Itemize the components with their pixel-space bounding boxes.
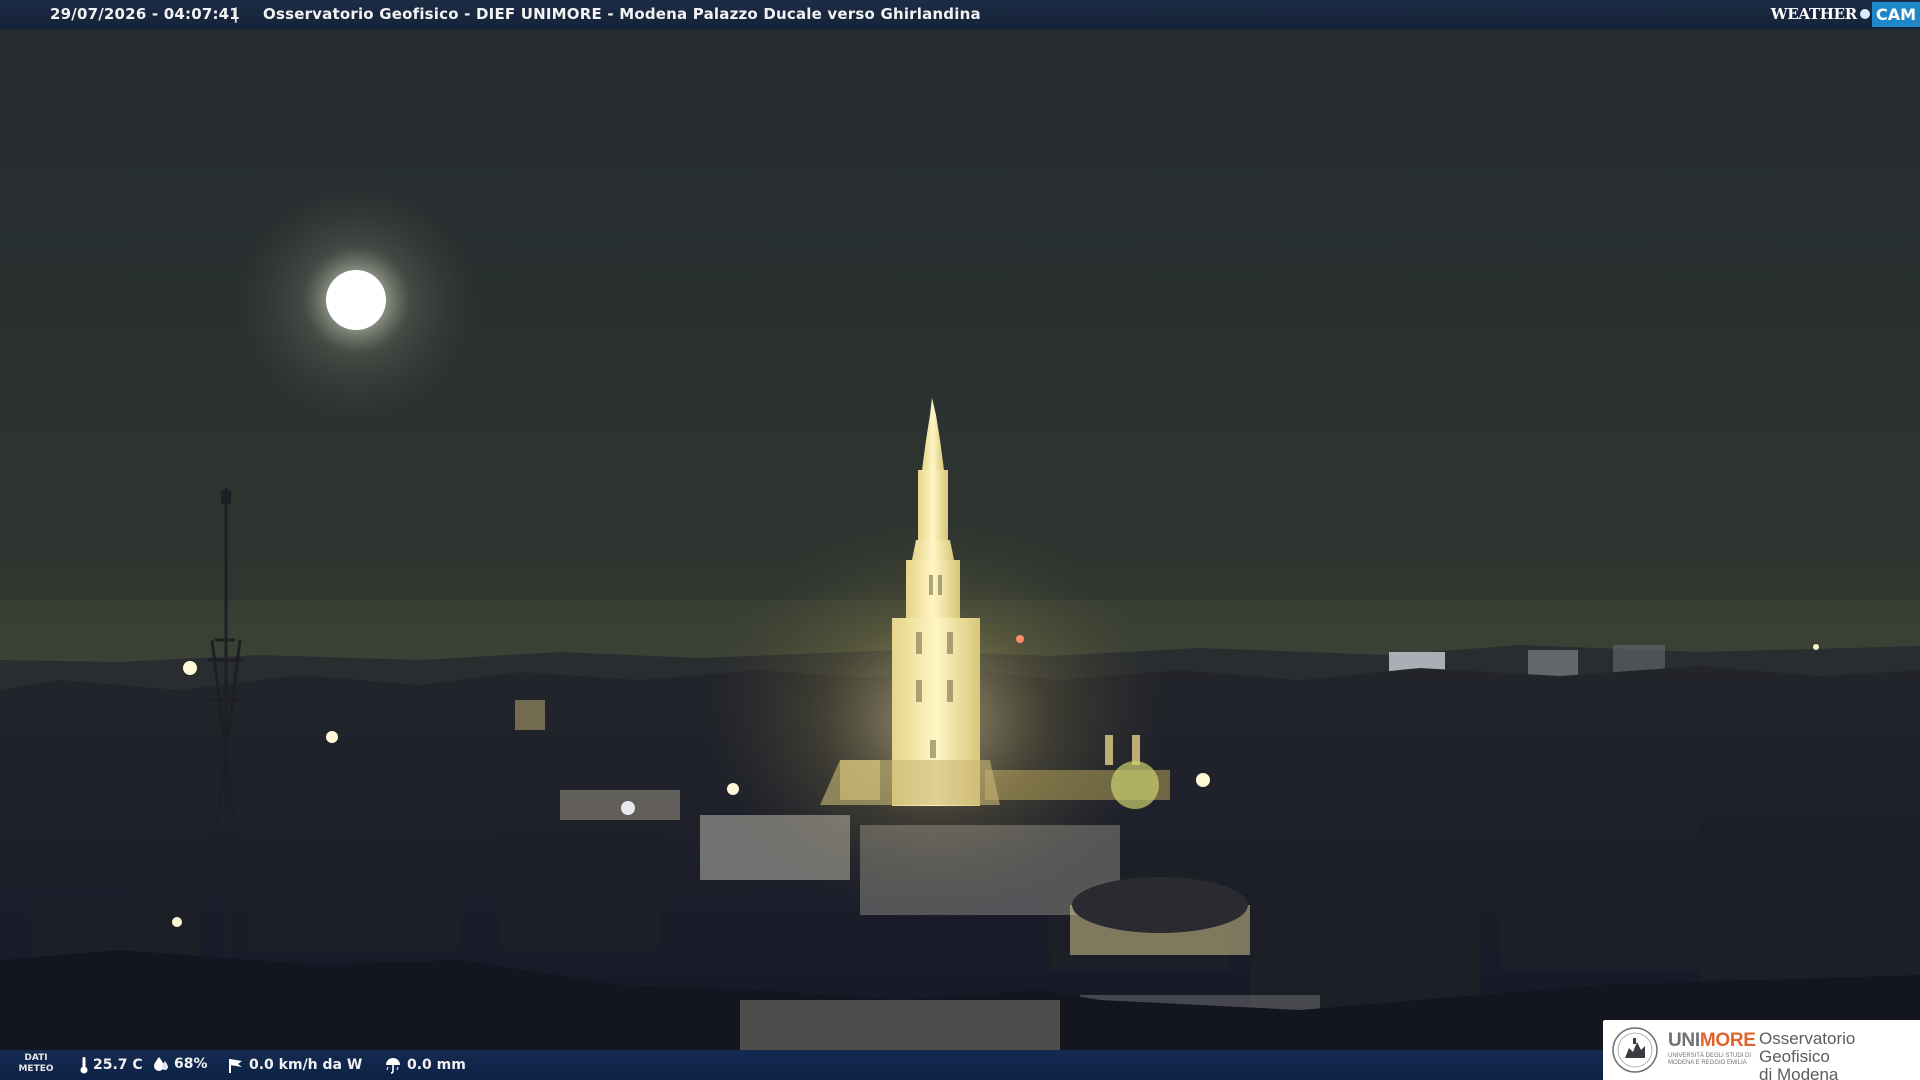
observatory-name-line2: di Modena	[1759, 1065, 1839, 1080]
wind-reading: 0.0 km/h da W	[226, 1056, 362, 1074]
rain-umbrella-icon	[386, 1058, 400, 1074]
dati-meteo-line2: METEO	[18, 1064, 54, 1074]
rain-reading: 0.0 mm	[384, 1056, 466, 1074]
weathercam-dot-icon	[1859, 9, 1870, 19]
timestamp: 29/07/2026 - 04:07:41	[50, 5, 240, 23]
humidity-value: 68%	[174, 1056, 208, 1072]
humidity-drop-icon	[154, 1057, 168, 1071]
weathercam-logo: WEATHER CAM	[1771, 0, 1920, 28]
observatory-name: Osservatorio Geofisico di Modena	[1759, 1030, 1920, 1080]
unimore-seal-icon	[1612, 1027, 1658, 1073]
observatory-name-line1: Osservatorio Geofisico	[1759, 1029, 1856, 1066]
title-separator: |	[233, 5, 239, 23]
webcam-image	[0, 0, 1920, 1080]
camera-title: Osservatorio Geofisico - DIEF UNIMORE - …	[263, 5, 981, 23]
humidity-reading: 68%	[153, 1056, 208, 1072]
weathercam-logo-weather: WEATHER	[1770, 5, 1858, 23]
top-info-bar: 29/07/2026 - 04:07:41 | Osservatorio Geo…	[0, 0, 1920, 29]
thermometer-icon	[80, 1057, 88, 1074]
unimore-prefix: UNI	[1668, 1030, 1700, 1051]
rain-value: 0.0 mm	[407, 1057, 466, 1073]
temperature-reading: 25.7 C	[80, 1056, 143, 1074]
temperature-value: 25.7 C	[93, 1057, 143, 1073]
unimore-wordmark: UNIMORE	[1668, 1030, 1756, 1052]
wind-icon	[229, 1059, 242, 1073]
university-name: UNIVERSITÀ DEGLI STUDI DI MODENA E REGGI…	[1668, 1053, 1760, 1067]
dati-meteo-label: DATI METEO	[14, 1053, 58, 1075]
university-name-line1: UNIVERSITÀ DEGLI STUDI DI	[1668, 1053, 1752, 1059]
webcam-viewer: 29/07/2026 - 04:07:41 | Osservatorio Geo…	[0, 0, 1920, 1080]
wind-value: 0.0 km/h da W	[249, 1057, 363, 1073]
university-name-line2: MODENA E REGGIO EMILIA	[1668, 1060, 1747, 1066]
unimore-logo: UNIMORE UNIVERSITÀ DEGLI STUDI DI MODENA…	[1603, 1020, 1920, 1080]
unimore-suffix: MORE	[1699, 1030, 1756, 1051]
dati-meteo-line1: DATI	[24, 1053, 48, 1063]
weathercam-logo-cam: CAM	[1871, 1, 1920, 27]
